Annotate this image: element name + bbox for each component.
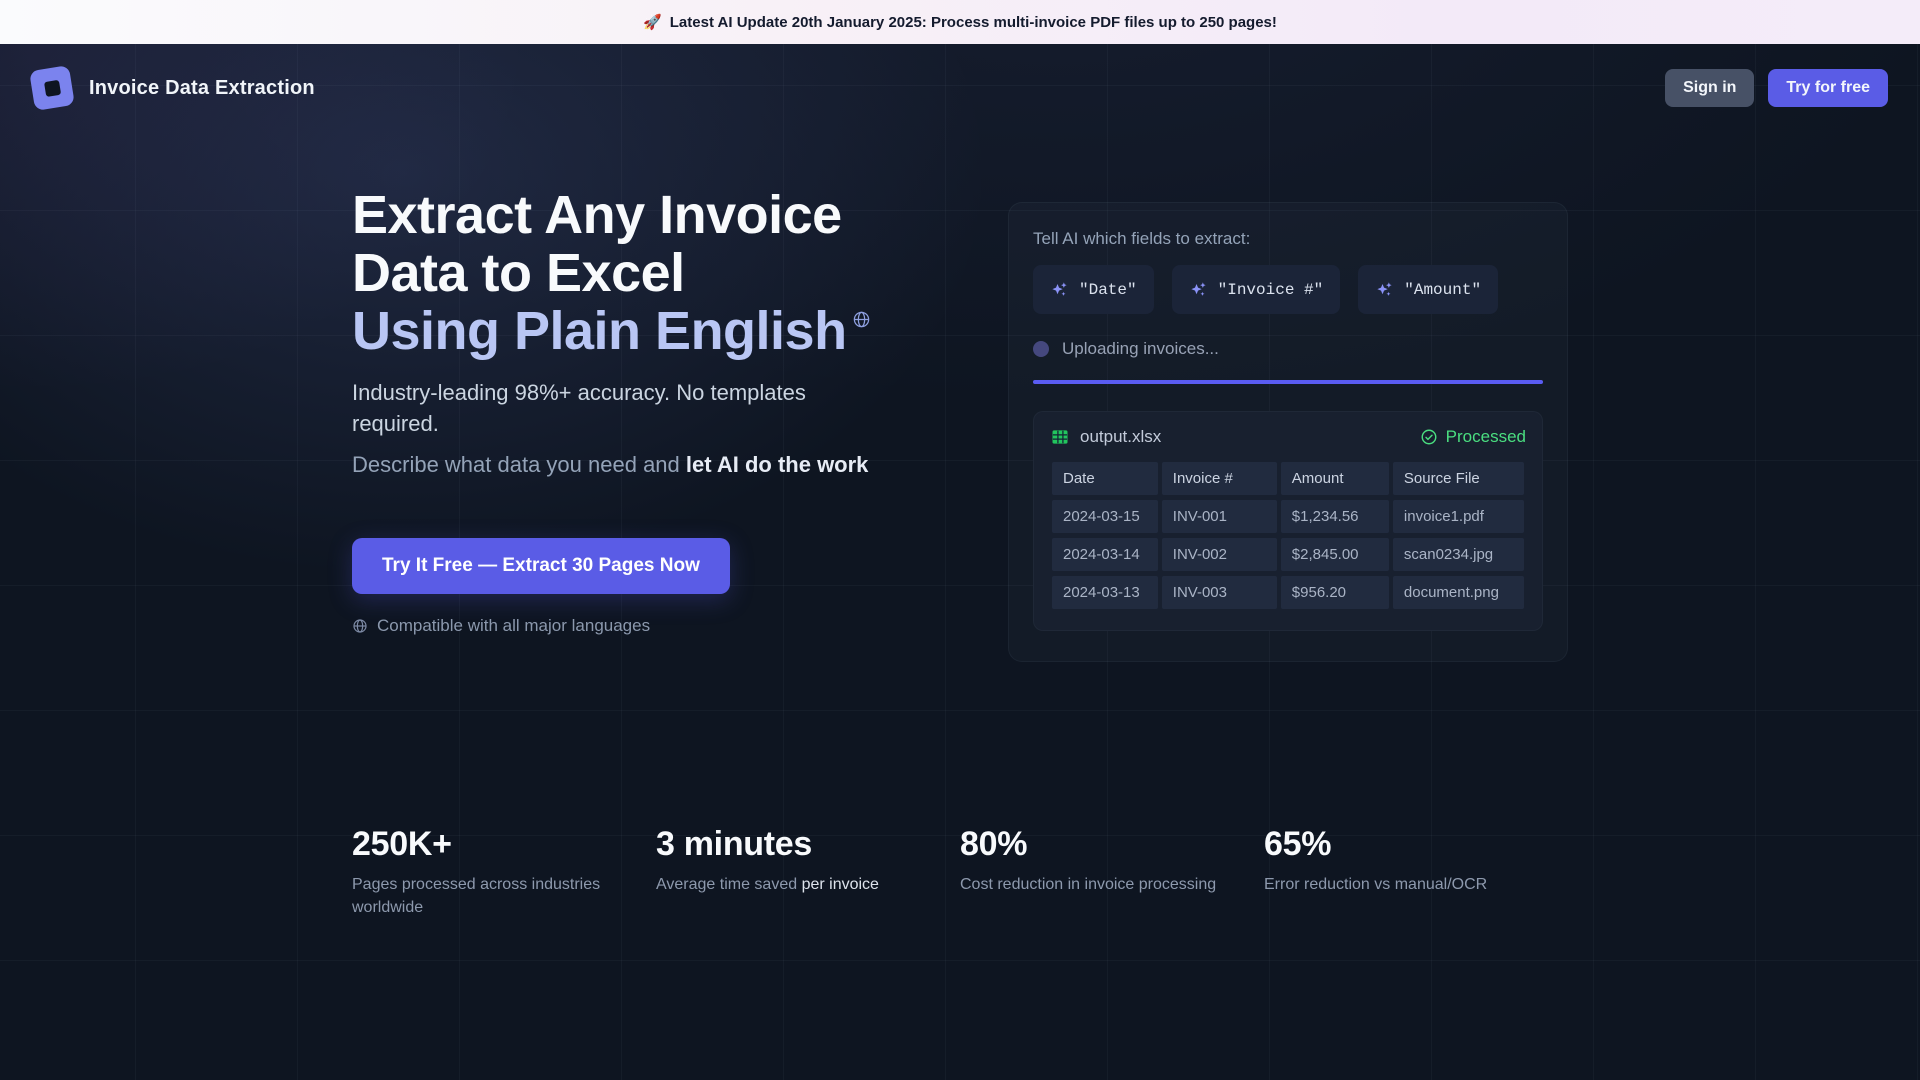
field-chip-invoice-number: "Invoice #" [1172,265,1341,314]
stats-section: 250K+ Pages processed across industries … [352,825,1568,919]
compatibility-note: Compatible with all major languages [352,616,962,636]
main-header: Invoice Data Extraction Sign in Try for … [0,44,1920,132]
column-header-date: Date [1052,462,1158,495]
upload-status-text: Uploading invoices... [1062,339,1219,359]
stat-label: Cost reduction in invoice processing [960,873,1264,896]
chip-label: "Date" [1079,281,1137,299]
chip-label: "Invoice #" [1218,281,1324,299]
sparkles-icon [1050,280,1069,299]
upload-status: Uploading invoices... [1033,339,1543,359]
stat-value: 3 minutes [656,825,960,864]
stat-label-highlight: per invoice [802,876,879,893]
cell-date: 2024-03-14 [1052,538,1158,571]
header-actions: Sign in Try for free [1665,69,1888,107]
logo-icon [29,65,75,111]
stat-value: 250K+ [352,825,656,864]
stat-label: Error reduction vs manual/OCR [1264,873,1568,896]
stat-label: Average time saved per invoice [656,873,960,896]
announcement-text: Latest AI Update 20th January 2025: Proc… [670,14,1277,31]
field-chips: "Date" "Invoice #" "Amount" [1033,265,1543,314]
hero-description: Describe what data you need and let AI d… [352,452,962,478]
check-circle-icon [1420,428,1438,446]
processed-status-badge: Processed [1420,427,1526,447]
upload-pulse-dot [1033,341,1049,357]
cell-invoice: INV-001 [1162,500,1277,533]
output-file-name: output.xlsx [1080,427,1161,447]
brand-name: Invoice Data Extraction [89,77,315,100]
try-it-free-cta-button[interactable]: Try It Free — Extract 30 Pages Now [352,538,730,594]
globe-icon [352,618,368,634]
cell-amount: $1,234.56 [1281,500,1389,533]
cell-date: 2024-03-13 [1052,576,1158,609]
spreadsheet-icon [1050,427,1070,447]
cell-source: document.png [1393,576,1524,609]
upload-progress-bar [1033,380,1543,384]
table-row: 2024-03-14 INV-002 $2,845.00 scan0234.jp… [1052,538,1524,571]
sparkles-icon [1189,280,1208,299]
processed-status-text: Processed [1446,427,1526,447]
cell-amount: $2,845.00 [1281,538,1389,571]
hero-section: Extract Any Invoice Data to Excel Using … [352,132,1568,662]
page-title-accent: Using Plain English [352,301,847,361]
stat-value: 80% [960,825,1264,864]
column-header-amount: Amount [1281,462,1389,495]
table-header-row: Date Invoice # Amount Source File [1052,462,1524,495]
cell-amount: $956.20 [1281,576,1389,609]
table-row: 2024-03-15 INV-001 $1,234.56 invoice1.pd… [1052,500,1524,533]
table-row: 2024-03-13 INV-003 $956.20 document.png [1052,576,1524,609]
globe-sup-icon [852,310,871,329]
cell-invoice: INV-002 [1162,538,1277,571]
cell-date: 2024-03-15 [1052,500,1158,533]
field-chip-amount: "Amount" [1358,265,1498,314]
hero-copy: Extract Any Invoice Data to Excel Using … [352,132,962,636]
hero-subtitle: Industry-leading 98%+ accuracy. No templ… [352,377,830,439]
column-header-source: Source File [1393,462,1524,495]
stat-value: 65% [1264,825,1568,864]
column-header-invoice: Invoice # [1162,462,1277,495]
hero-description-highlight: let AI do the work [686,452,869,477]
cell-invoice: INV-003 [1162,576,1277,609]
extracted-data-table: Date Invoice # Amount Source File 2024-0… [1048,457,1528,614]
stat-pages-processed: 250K+ Pages processed across industries … [352,825,656,919]
chip-label: "Amount" [1404,281,1481,299]
page-title: Extract Any Invoice Data to Excel Using … [352,186,962,360]
cell-source: invoice1.pdf [1393,500,1524,533]
brand: Invoice Data Extraction [32,68,315,108]
compatibility-text: Compatible with all major languages [377,616,650,636]
stat-label: Pages processed across industries worldw… [352,873,602,919]
stat-error-reduction: 65% Error reduction vs manual/OCR [1264,825,1568,919]
demo-prompt-label: Tell AI which fields to extract: [1033,229,1543,249]
extraction-demo-panel: Tell AI which fields to extract: "Date" … [1008,202,1568,662]
sign-in-button[interactable]: Sign in [1665,69,1754,107]
try-for-free-button[interactable]: Try for free [1768,69,1888,107]
rocket-icon: 🚀 [643,13,662,31]
stat-time-saved: 3 minutes Average time saved per invoice [656,825,960,919]
stat-cost-reduction: 80% Cost reduction in invoice processing [960,825,1264,919]
sparkles-icon [1375,280,1394,299]
announcement-banner: 🚀 Latest AI Update 20th January 2025: Pr… [0,0,1920,44]
output-file-card: output.xlsx Processed Date Invoice # Amo… [1033,411,1543,631]
output-file-header: output.xlsx Processed [1048,427,1528,447]
field-chip-date: "Date" [1033,265,1154,314]
cell-source: scan0234.jpg [1393,538,1524,571]
